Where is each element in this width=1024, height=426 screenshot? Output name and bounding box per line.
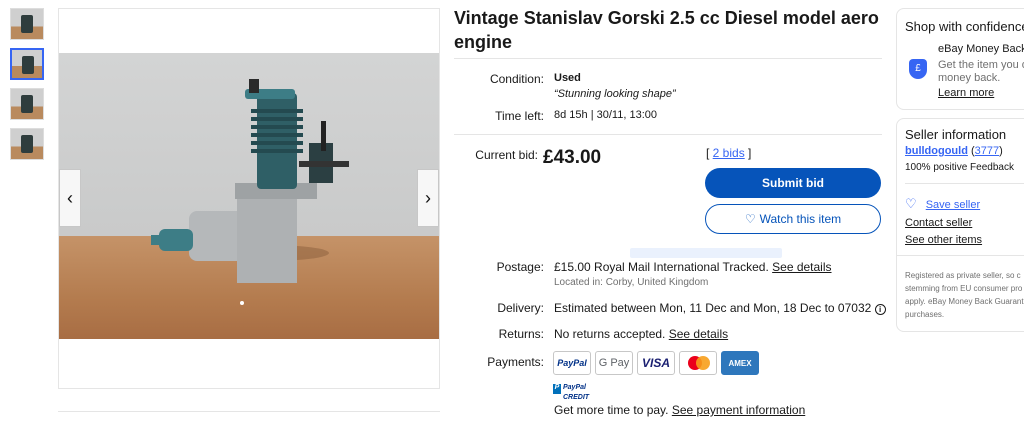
seller-information-title: Seller information (905, 127, 1007, 142)
thumbnail-strip (10, 8, 46, 168)
paypal-credit-line2: CREDIT (563, 394, 590, 401)
current-bid-price: £43.00 (543, 147, 602, 168)
thumbnail-3[interactable] (10, 88, 44, 120)
condition-description: “Stunning looking shape” (554, 88, 676, 100)
next-image-button[interactable]: › (417, 169, 439, 227)
chevron-left-icon: ‹ (67, 187, 73, 208)
save-seller-row[interactable]: ♡ Save seller (905, 196, 980, 212)
money-back-text-2: money back. (938, 72, 1001, 84)
product-photo[interactable] (59, 53, 439, 339)
delivery-label: Delivery: (497, 301, 544, 315)
thumbnail-4[interactable] (10, 128, 44, 160)
current-bid-label: Current bid: (475, 148, 538, 162)
postage-text: £15.00 Royal Mail International Tracked. (554, 260, 769, 274)
returns-label: Returns: (498, 327, 544, 341)
time-separator: | (590, 109, 594, 121)
returns-details-link[interactable]: See details (669, 327, 728, 341)
returns-text: No returns accepted. (554, 327, 666, 341)
postage-value: £15.00 Royal Mail International Tracked.… (554, 260, 832, 274)
paypal-credit-line1: PayPal (563, 384, 586, 391)
money-back-title: eBay Money Back (938, 43, 1024, 55)
seller-note-line-3: apply. eBay Money Back Guarant (905, 297, 1024, 306)
shop-with-confidence-card: Shop with confidence £ eBay Money Back G… (896, 8, 1024, 110)
seller-identity: bulldogould (3777) (905, 145, 1003, 157)
credit-info: Get more time to pay. See payment inform… (554, 403, 805, 417)
shop-with-confidence-title: Shop with confidence (905, 19, 1024, 34)
time-remaining: 8d 15h (554, 109, 588, 121)
bracket-open: [ (706, 146, 713, 160)
money-back-text-1: Get the item you o (938, 59, 1024, 71)
thumbnail-1[interactable] (10, 8, 44, 40)
payment-information-link[interactable]: See payment information (672, 403, 805, 417)
postage-details-link[interactable]: See details (772, 260, 831, 274)
condition-label: Condition: (489, 72, 544, 86)
divider (454, 134, 882, 135)
time-left-value: 8d 15h | 30/11, 13:00 (554, 109, 657, 121)
payments-label: Payments: (487, 355, 544, 369)
info-icon[interactable]: i (874, 304, 886, 315)
mastercard-icon (679, 351, 717, 375)
bid-history-link[interactable]: 2 bids (713, 146, 745, 160)
visa-icon: VISA (637, 351, 675, 375)
heart-icon: ♡ (744, 212, 756, 226)
google-pay-icon: G Pay (595, 351, 633, 375)
seller-note-line-2: stemming from EU consumer pro (905, 284, 1023, 293)
listing-title: Vintage Stanislav Gorski 2.5 cc Diesel m… (454, 8, 879, 52)
main-image-gallery: ‹ › (58, 8, 440, 389)
seller-note: Registered as private seller, so c stemm… (905, 269, 1024, 321)
bracket-close: ] (744, 146, 752, 160)
time-left-label: Time left: (495, 109, 544, 123)
bid-count: [ 2 bids ] (706, 146, 751, 160)
credit-text: Get more time to pay. (554, 403, 669, 417)
seller-note-line-1: Registered as private seller, so c (905, 271, 1021, 280)
postage-label: Postage: (496, 260, 544, 274)
seller-note-line-4: purchases. (905, 310, 945, 319)
divider (897, 255, 1024, 256)
divider (58, 411, 440, 412)
engine-image (151, 79, 349, 305)
submit-bid-button[interactable]: Submit bid (705, 168, 881, 198)
watch-item-label: Watch this item (759, 212, 842, 226)
chevron-right-icon: › (425, 187, 431, 208)
payment-methods: PayPal G Pay VISA AMEX (553, 351, 759, 375)
heart-icon: ♡ (905, 196, 917, 211)
placeholder-bar (630, 248, 782, 258)
item-location: Located in: Corby, United Kingdom (554, 277, 709, 288)
paypal-icon: PayPal (553, 351, 591, 375)
seller-feedback-score-link[interactable]: 3777 (975, 145, 999, 157)
delivery-value: Estimated between Mon, 11 Dec and Mon, 1… (554, 301, 886, 315)
save-seller-link[interactable]: Save seller (926, 199, 980, 211)
seller-information-card: Seller information bulldogould (3777) 10… (896, 118, 1024, 332)
paypal-credit-logo: P PayPal CREDIT (553, 384, 590, 401)
learn-more-link[interactable]: Learn more (938, 87, 994, 99)
watch-item-button[interactable]: ♡ Watch this item (705, 204, 881, 234)
condition-value: Used (554, 72, 581, 84)
see-other-items-link[interactable]: See other items (905, 234, 982, 246)
divider (905, 183, 1024, 184)
amex-icon: AMEX (721, 351, 759, 375)
returns-value: No returns accepted. See details (554, 327, 728, 341)
divider (454, 58, 882, 59)
thumbnail-2[interactable] (10, 48, 44, 80)
seller-name-link[interactable]: bulldogould (905, 145, 968, 157)
delivery-text: Estimated between Mon, 11 Dec and Mon, 1… (554, 301, 872, 315)
end-time: 30/11, 13:00 (596, 109, 657, 121)
money-back-shield-icon: £ (909, 59, 927, 79)
seller-feedback: 100% positive Feedback (905, 162, 1014, 173)
previous-image-button[interactable]: ‹ (59, 169, 81, 227)
contact-seller-link[interactable]: Contact seller (905, 217, 972, 229)
